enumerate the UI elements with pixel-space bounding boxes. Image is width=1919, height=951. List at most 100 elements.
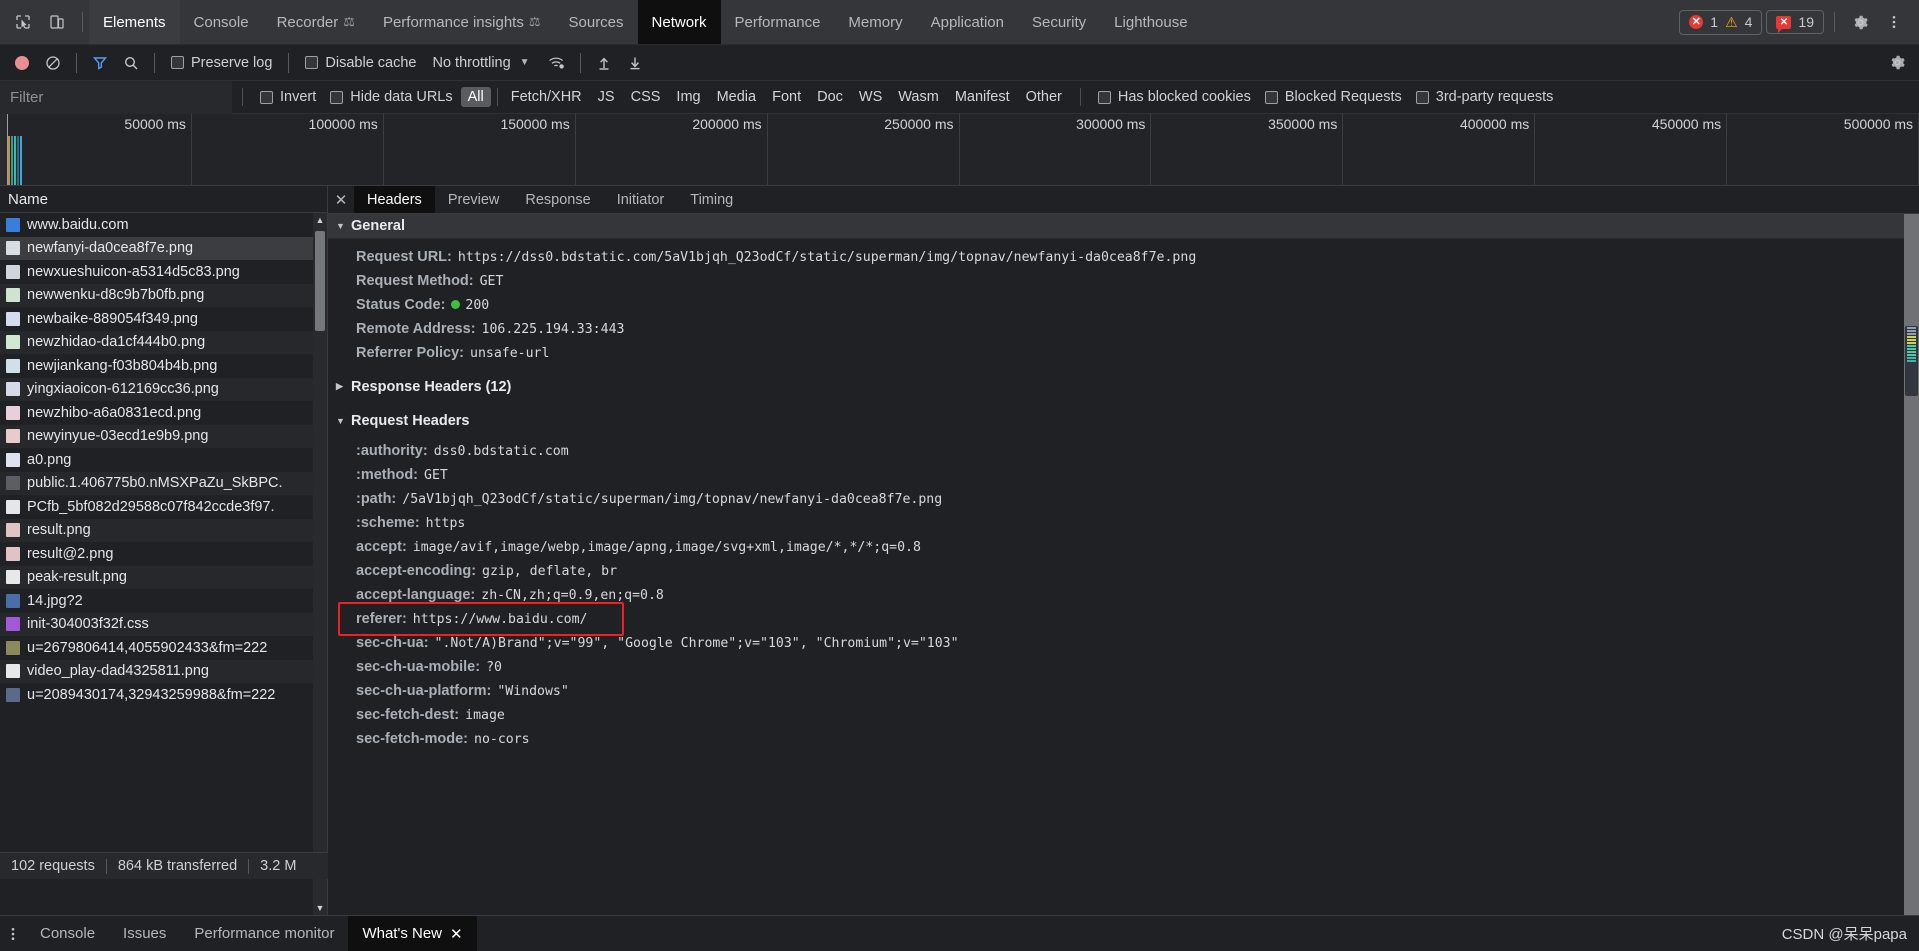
filter-type-css[interactable]: CSS — [624, 87, 668, 107]
tab-performance[interactable]: Performance — [721, 0, 835, 44]
request-row[interactable]: init-304003f32f.css — [0, 612, 327, 636]
detail-tab-response[interactable]: Response — [512, 186, 603, 213]
timeline-selection-handle[interactable] — [0, 114, 8, 185]
preserve-log-checkbox[interactable]: Preserve log — [164, 55, 279, 71]
drawer-tab-performance-monitor[interactable]: Performance monitor — [180, 916, 348, 951]
tab-lighthouse[interactable]: Lighthouse — [1100, 0, 1201, 44]
filter-input[interactable] — [0, 80, 232, 114]
tab-network[interactable]: Network — [637, 0, 721, 44]
search-button[interactable] — [117, 50, 145, 76]
request-row[interactable]: result.png — [0, 518, 327, 542]
request-row[interactable]: newwenku-d8c9b7b0fb.png — [0, 283, 327, 307]
close-icon[interactable]: ✕ — [328, 186, 354, 213]
network-overview-timeline[interactable]: 50000 ms 100000 ms 150000 ms 200000 ms 25000… — [0, 114, 1919, 186]
request-detail-pane: ✕ Headers Preview Response Initiator Timing … — [328, 186, 1919, 915]
request-row[interactable]: 14.jpg?2 — [0, 589, 327, 613]
request-row[interactable]: newbaike-889054f349.png — [0, 307, 327, 331]
gear-icon[interactable] — [1845, 7, 1875, 37]
request-row[interactable]: peak-result.png — [0, 565, 327, 589]
scrollbar-thumb[interactable] — [315, 231, 325, 331]
throttling-select[interactable]: No throttling — [426, 55, 510, 71]
device-toolbar-icon[interactable] — [42, 7, 72, 37]
invert-checkbox[interactable]: Invert — [253, 89, 323, 105]
tab-elements[interactable]: Elements — [89, 0, 180, 44]
tab-application[interactable]: Application — [917, 0, 1018, 44]
disable-cache-checkbox[interactable]: Disable cache — [298, 55, 423, 71]
request-row[interactable]: www.baidu.com — [0, 213, 327, 237]
tab-security[interactable]: Security — [1018, 0, 1100, 44]
filter-button[interactable] — [86, 50, 114, 76]
filter-type-media[interactable]: Media — [710, 87, 764, 107]
general-section-header[interactable]: ▼ General — [328, 214, 1919, 239]
network-conditions-icon[interactable] — [543, 50, 571, 76]
request-row[interactable]: a0.png — [0, 448, 327, 472]
filter-type-other[interactable]: Other — [1019, 87, 1069, 107]
request-name: result.png — [27, 522, 91, 539]
request-row[interactable]: newjiankang-f03b804b4b.png — [0, 354, 327, 378]
filter-type-ws[interactable]: WS — [852, 87, 889, 107]
export-har-icon[interactable] — [621, 50, 649, 76]
tab-recorder[interactable]: Recorder ⚖ — [263, 0, 369, 44]
tab-memory[interactable]: Memory — [834, 0, 916, 44]
network-settings-icon[interactable] — [1883, 50, 1911, 76]
blocked-requests-checkbox[interactable]: Blocked Requests — [1258, 89, 1409, 105]
header-row: accept: image/avif,image/webp,image/apng,… — [328, 535, 1919, 559]
filter-type-manifest[interactable]: Manifest — [948, 87, 1017, 107]
detail-scrollbar-thumb[interactable] — [1905, 326, 1918, 396]
filter-type-img[interactable]: Img — [669, 87, 707, 107]
request-headers-section-header[interactable]: ▼ Request Headers — [328, 408, 1919, 433]
drawer-tab-issues[interactable]: Issues — [109, 916, 180, 951]
filter-type-doc[interactable]: Doc — [810, 87, 850, 107]
filter-type-all[interactable]: All — [460, 87, 491, 107]
scroll-down-arrow-icon[interactable]: ▼ — [313, 901, 327, 915]
detail-tab-initiator[interactable]: Initiator — [604, 186, 678, 213]
resource-type-icon — [6, 499, 20, 514]
request-row[interactable]: newzhidao-da1cf444b0.png — [0, 330, 327, 354]
detail-scrollbar[interactable] — [1904, 214, 1919, 915]
experiment-flask-icon: ⚖ — [528, 14, 541, 29]
request-row[interactable]: PCfb_5bf082d29588c07f842ccde3f97. — [0, 495, 327, 519]
request-row[interactable]: newyinyue-03ecd1e9b9.png — [0, 424, 327, 448]
tab-console[interactable]: Console — [180, 0, 263, 44]
request-row[interactable]: result@2.png — [0, 542, 327, 566]
tab-performance-insights[interactable]: Performance insights ⚖ — [369, 0, 555, 44]
request-list-scrollbar[interactable]: ▲ ▼ — [313, 213, 327, 915]
request-row[interactable]: u=2679806414,4055902433&fm=222 — [0, 636, 327, 660]
hide-data-urls-checkbox[interactable]: Hide data URLs — [323, 89, 459, 105]
error-warning-badge[interactable]: ✕ 1 ⚠ 4 — [1679, 9, 1763, 35]
third-party-requests-checkbox[interactable]: 3rd-party requests — [1409, 89, 1561, 105]
request-row[interactable]: newxueshuicon-a5314d5c83.png — [0, 260, 327, 284]
record-button[interactable] — [8, 50, 36, 76]
request-name: newbaike-889054f349.png — [27, 310, 198, 327]
scroll-up-arrow-icon[interactable]: ▲ — [313, 213, 327, 227]
detail-tab-preview[interactable]: Preview — [435, 186, 513, 213]
filter-type-font[interactable]: Font — [765, 87, 808, 107]
inspect-element-icon[interactable] — [8, 7, 38, 37]
filter-type-wasm[interactable]: Wasm — [891, 87, 946, 107]
request-row[interactable]: newfanyi-da0cea8f7e.png — [0, 236, 327, 260]
request-row[interactable]: public.1.406775b0.nMSXPaZu_SkBPC. — [0, 471, 327, 495]
devtools-window: Elements Console Recorder ⚖ Performance insi… — [0, 0, 1919, 951]
filter-type-fetch-xhr[interactable]: Fetch/XHR — [504, 87, 589, 107]
request-row[interactable]: yingxiaoicon-612169cc36.png — [0, 377, 327, 401]
more-vertical-icon[interactable] — [0, 916, 26, 951]
has-blocked-cookies-checkbox[interactable]: Has blocked cookies — [1091, 89, 1258, 105]
tab-sources[interactable]: Sources — [555, 0, 638, 44]
chevron-down-icon[interactable]: ▼ — [514, 57, 540, 68]
clear-button[interactable] — [39, 50, 67, 76]
close-icon[interactable]: ✕ — [450, 925, 463, 943]
error-count: 1 — [1710, 14, 1719, 30]
drawer-tab-console[interactable]: Console — [26, 916, 109, 951]
timeline-tick: 300000 ms — [960, 114, 1152, 185]
more-vertical-icon[interactable] — [1879, 7, 1909, 37]
request-row[interactable]: u=2089430174,32943259988&fm=222 — [0, 683, 327, 707]
request-row[interactable]: video_play-dad4325811.png — [0, 659, 327, 683]
request-row[interactable]: newzhibo-a6a0831ecd.png — [0, 401, 327, 425]
detail-tab-headers[interactable]: Headers — [354, 186, 435, 213]
response-headers-section-header[interactable]: ▶ Response Headers (12) — [328, 374, 1919, 399]
issues-badge[interactable]: ✕ 19 — [1766, 10, 1824, 34]
filter-type-js[interactable]: JS — [591, 87, 622, 107]
drawer-tab-what-s-new[interactable]: What's New ✕ — [348, 916, 477, 951]
import-har-icon[interactable] — [590, 50, 618, 76]
detail-tab-timing[interactable]: Timing — [677, 186, 746, 213]
